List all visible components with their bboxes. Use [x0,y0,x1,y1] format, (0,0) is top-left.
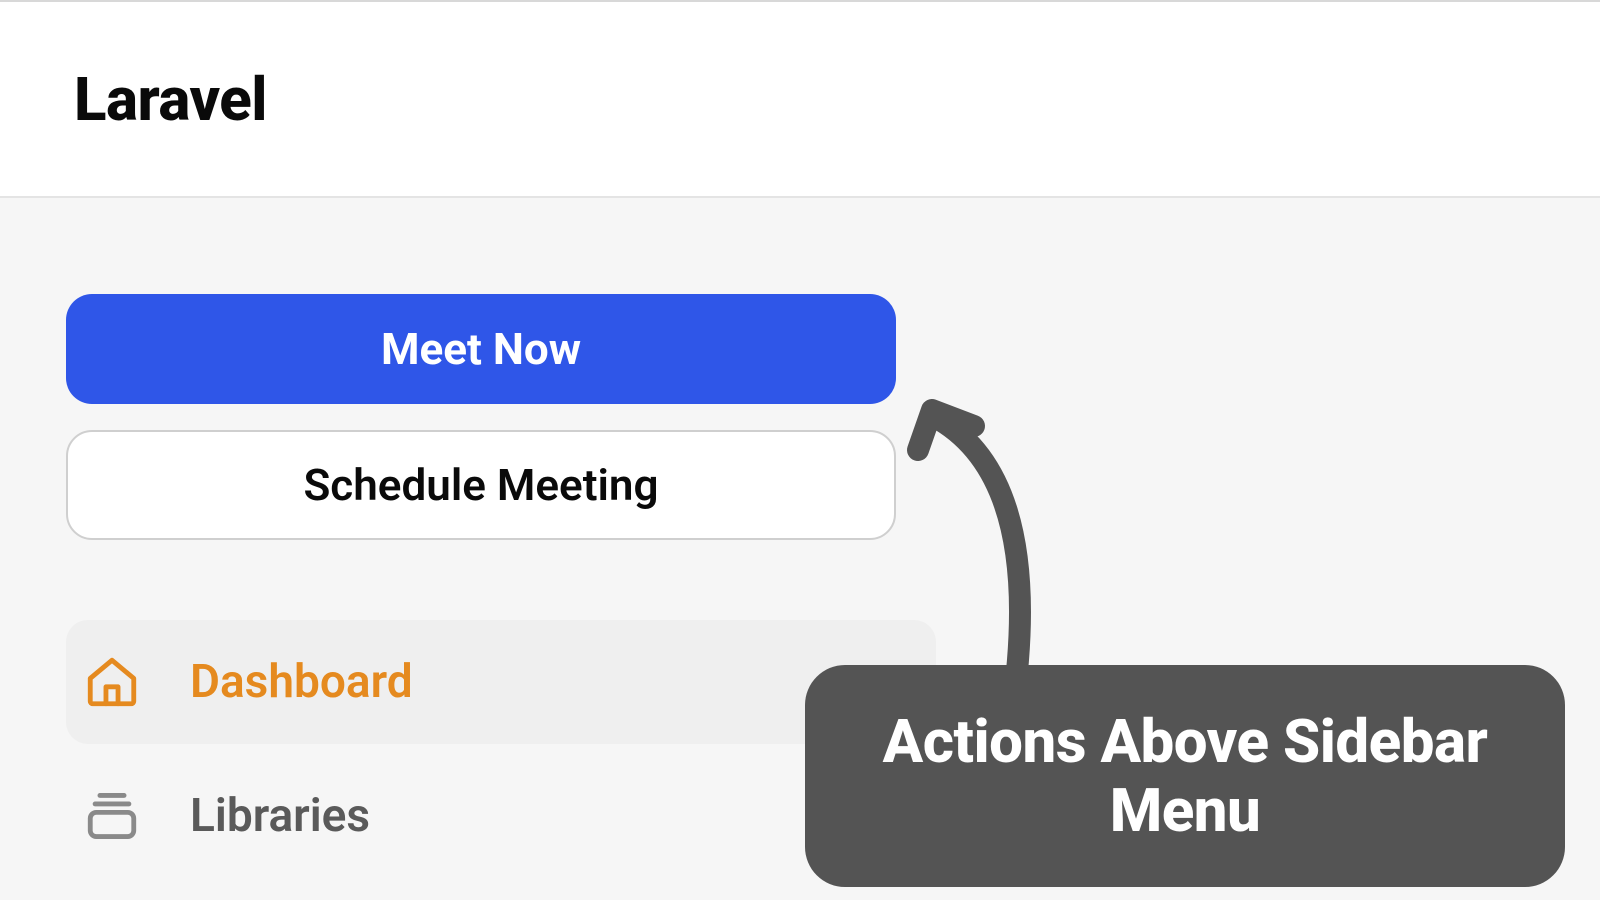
header: Laravel [0,0,1600,198]
meet-now-label: Meet Now [381,323,581,375]
schedule-meeting-button[interactable]: Schedule Meeting [66,430,896,540]
meet-now-button[interactable]: Meet Now [66,294,896,404]
annotation-text: Actions Above Sidebar Menu [883,706,1488,846]
page-title: Laravel [74,64,267,135]
sidebar-item-label: Libraries [190,789,370,843]
annotation-bubble: Actions Above Sidebar Menu [805,665,1565,887]
stack-icon [82,786,142,846]
home-icon [82,652,142,712]
schedule-meeting-label: Schedule Meeting [303,459,658,511]
sidebar-item-label: Dashboard [190,655,413,709]
